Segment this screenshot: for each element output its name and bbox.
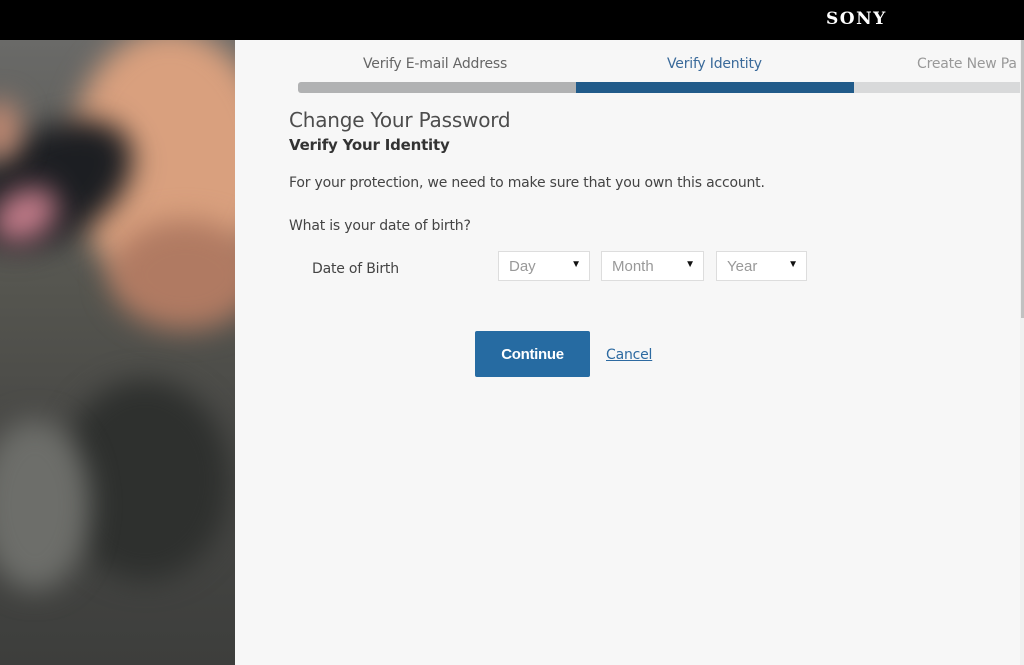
day-select-value: Day <box>509 258 536 275</box>
year-select-value: Year <box>727 258 758 275</box>
progress-bar-step-1 <box>298 82 576 93</box>
page-scrollbar[interactable] <box>1020 40 1024 665</box>
sony-logo: SONY <box>826 9 887 29</box>
chevron-down-icon: ▼ <box>685 259 695 270</box>
step-verify-identity: Verify Identity <box>667 56 762 72</box>
progress-bar-step-2 <box>576 82 854 93</box>
hero-photo <box>0 40 235 665</box>
dob-question: What is your date of birth? <box>289 218 471 234</box>
step-verify-email: Verify E-mail Address <box>363 56 508 72</box>
page-subtitle: Verify Your Identity <box>289 136 450 154</box>
dob-label: Date of Birth <box>312 261 399 277</box>
month-select-value: Month <box>612 258 654 275</box>
year-select[interactable]: Year ▼ <box>716 251 807 281</box>
progress-bar-step-3 <box>854 82 1020 93</box>
protection-description: For your protection, we need to make sur… <box>289 175 765 191</box>
main-panel: Verify E-mail Address Verify Identity Cr… <box>235 40 1020 665</box>
day-select[interactable]: Day ▼ <box>498 251 590 281</box>
cancel-link[interactable]: Cancel <box>606 347 652 363</box>
step-create-new-password: Create New Pa <box>917 56 1017 72</box>
month-select[interactable]: Month ▼ <box>601 251 704 281</box>
chevron-down-icon: ▼ <box>571 259 581 270</box>
page-title: Change Your Password <box>289 108 511 132</box>
top-bar: SONY <box>0 0 1024 40</box>
continue-button[interactable]: Continue <box>475 331 590 377</box>
progress-steps: Verify E-mail Address Verify Identity Cr… <box>298 40 1020 96</box>
chevron-down-icon: ▼ <box>788 259 798 270</box>
